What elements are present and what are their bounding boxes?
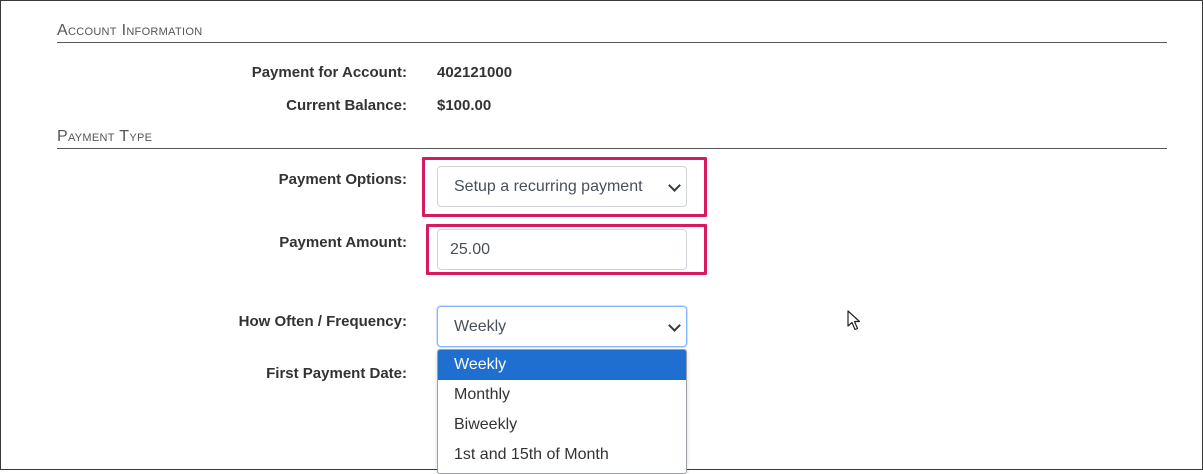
frequency-dropdown-list: Weekly Monthly Biweekly 1st and 15th of … [437, 349, 687, 474]
first-payment-date-label: First Payment Date: [266, 365, 407, 382]
frequency-option-1st-15th[interactable]: 1st and 15th of Month [438, 440, 686, 470]
payment-options-label: Payment Options: [278, 171, 407, 188]
frequency-select[interactable]: Weekly [437, 306, 687, 347]
section-divider [57, 148, 1167, 149]
chevron-down-icon [668, 319, 681, 332]
frequency-option-biweekly[interactable]: Biweekly [438, 410, 686, 440]
chevron-down-icon [668, 179, 681, 192]
current-balance-value: $100.00 [437, 97, 492, 114]
payment-amount-value: 25.00 [450, 241, 491, 258]
frequency-label: How Often / Frequency: [238, 313, 407, 330]
section-divider [57, 42, 1167, 43]
frequency-option-weekly[interactable]: Weekly [438, 350, 686, 380]
payment-for-account-label: Payment for Account: [251, 64, 407, 81]
payment-options-selected-value: Setup a recurring payment [454, 178, 643, 195]
frequency-option-monthly[interactable]: Monthly [438, 380, 686, 410]
payment-amount-input[interactable]: 25.00 [437, 229, 687, 270]
payment-for-account-value: 402121000 [437, 64, 513, 81]
mouse-pointer-icon [847, 310, 861, 331]
current-balance-label: Current Balance: [286, 97, 407, 114]
payment-amount-label: Payment Amount: [279, 234, 407, 251]
frequency-selected-value: Weekly [454, 318, 507, 335]
payment-options-select[interactable]: Setup a recurring payment [437, 166, 687, 207]
section-title-account-information: Account Information [57, 22, 203, 39]
section-title-payment-type: Payment Type [57, 128, 153, 145]
